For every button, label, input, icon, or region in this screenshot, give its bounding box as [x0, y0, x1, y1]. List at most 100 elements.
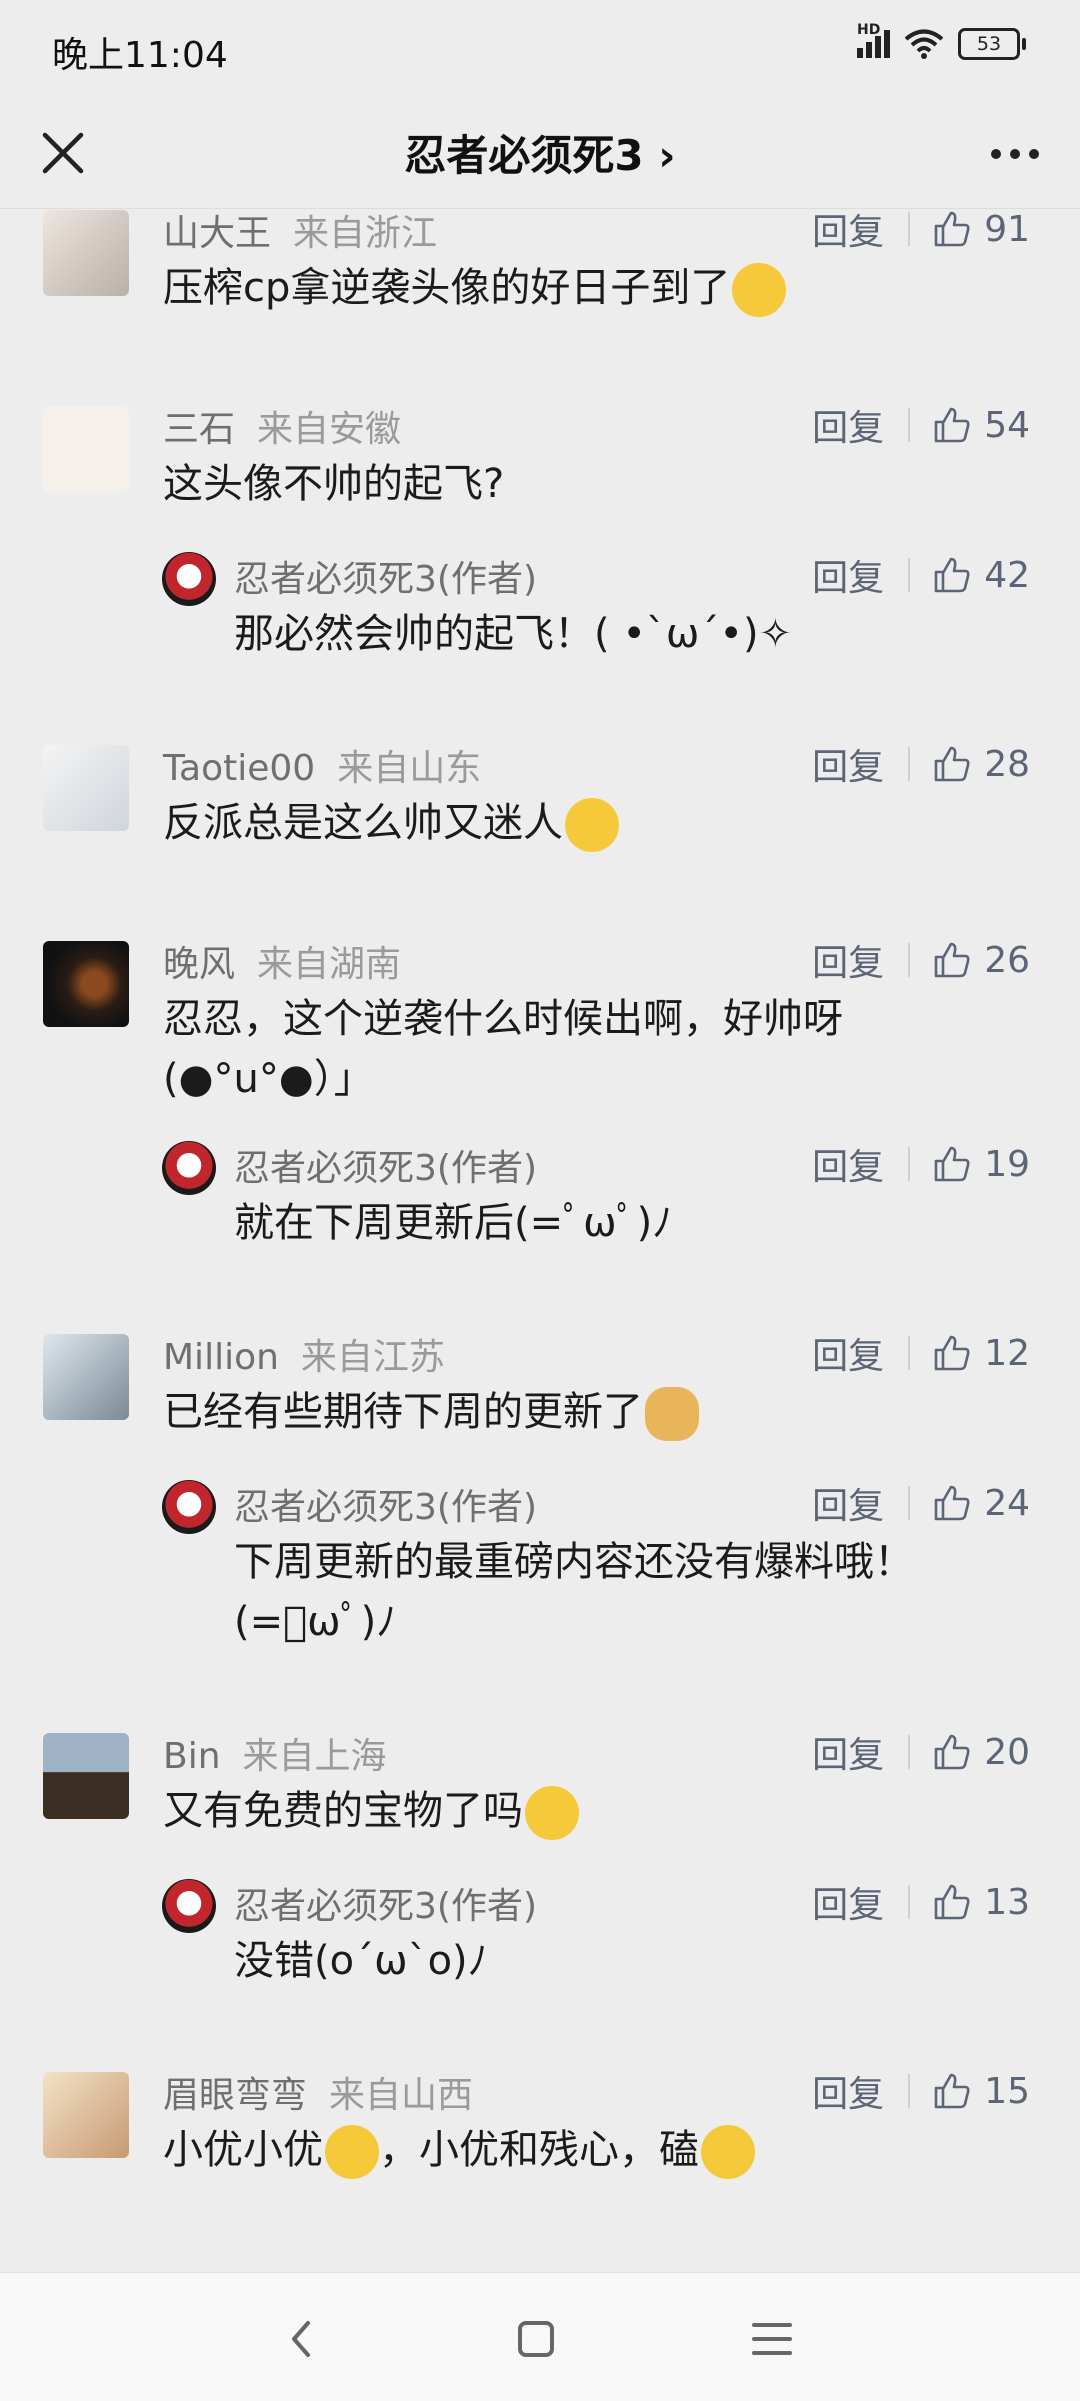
comment-location: 来自山西 — [329, 2075, 474, 2116]
comment-author[interactable]: 山大王 — [163, 213, 271, 254]
doge-emoji-icon — [645, 1387, 699, 1441]
page-title[interactable]: 忍者必须死3 › — [0, 122, 1080, 183]
author-avatar[interactable] — [162, 1879, 216, 1933]
like-count: 12 — [984, 1332, 1030, 1374]
comment-actions: 回复 20 — [812, 1727, 1030, 1777]
reply-text: 没错(o´ω`o)ﾉ — [234, 1938, 488, 1984]
comment-text-content: ，小优和残心，磕 — [379, 2127, 699, 2173]
comment-location: 来自安徽 — [257, 409, 402, 450]
battery-indicator: 53 — [958, 28, 1026, 60]
like-button[interactable]: 28 — [932, 744, 1030, 785]
comment-actions: 回复 54 — [812, 400, 1030, 450]
comment-text-content: 已经有些期待下周的更新了 — [163, 1389, 643, 1435]
divider — [908, 1486, 911, 1520]
more-button[interactable] — [980, 124, 1050, 184]
reply-button[interactable]: 回复 — [812, 738, 884, 790]
comment-location: 来自上海 — [242, 1736, 387, 1777]
like-count: 15 — [984, 2070, 1030, 2112]
author-avatar[interactable] — [162, 1480, 216, 1534]
comment-author[interactable]: Bin — [163, 1736, 221, 1777]
reply-button[interactable]: 回复 — [812, 1726, 884, 1778]
avatar[interactable] — [43, 210, 129, 296]
comment-author[interactable]: 三石 — [163, 409, 235, 450]
like-button[interactable]: 26 — [932, 940, 1030, 981]
like-count: 28 — [984, 743, 1030, 785]
thumbs-up-icon — [934, 2073, 970, 2109]
comment-meta: Million 来自江苏 — [163, 1328, 445, 1380]
comment-actions: 回复 19 — [812, 1139, 1030, 1189]
comment-author[interactable]: 眉眼弯弯 — [163, 2075, 307, 2116]
comment-author[interactable]: Million — [163, 1337, 279, 1378]
reply-author[interactable]: 忍者必须死3(作者) — [234, 559, 537, 600]
divider — [908, 408, 911, 442]
surprised-emoji-icon — [732, 263, 787, 317]
thumbs-up-icon — [934, 211, 970, 247]
reply-button[interactable]: 回复 — [812, 1327, 884, 1379]
heart-eyes-emoji-icon — [525, 1786, 579, 1840]
comment-text: 这头像不帅的起飞? — [163, 461, 505, 507]
comment-author[interactable]: 晚风 — [163, 944, 235, 985]
status-time: 晚上11:04 — [52, 35, 228, 76]
comment-actions: 回复 28 — [812, 739, 1030, 789]
divider — [908, 943, 911, 977]
like-button[interactable]: 19 — [932, 1144, 1030, 1185]
comment-location: 来自湖南 — [257, 944, 402, 985]
thumbs-up-icon — [934, 557, 970, 593]
avatar[interactable] — [43, 745, 129, 831]
network-label: HD — [857, 22, 881, 38]
comment-text-content: 压榨cp拿逆袭头像的好日子到了 — [163, 265, 731, 311]
avatar[interactable] — [43, 1334, 129, 1420]
comment-meta: 山大王 来自浙江 — [163, 208, 437, 256]
status-icons: HD 53 — [857, 22, 1026, 60]
comment-actions: 回复 13 — [812, 1877, 1030, 1927]
home-button[interactable] — [506, 2309, 566, 2369]
heart-eyes-emoji-icon — [325, 2125, 379, 2179]
thumbs-up-icon — [934, 1146, 970, 1182]
comment-meta: 眉眼弯弯 来自山西 — [163, 2066, 473, 2118]
thumbs-up-icon — [934, 1884, 970, 1920]
comment-author[interactable]: Taotie00 — [163, 748, 315, 789]
divider — [908, 1735, 911, 1769]
reply-button[interactable]: 回复 — [812, 549, 884, 601]
like-button[interactable]: 91 — [932, 209, 1030, 250]
more-icon — [991, 149, 1039, 159]
back-button[interactable] — [272, 2309, 332, 2369]
avatar[interactable] — [43, 941, 129, 1027]
reply-author[interactable]: 忍者必须死3(作者) — [234, 1886, 537, 1927]
like-button[interactable]: 13 — [932, 1882, 1030, 1923]
reply-button[interactable]: 回复 — [812, 934, 884, 986]
reply-button[interactable]: 回复 — [812, 208, 884, 255]
reply-meta: 忍者必须死3(作者) — [234, 550, 537, 602]
like-count: 26 — [984, 939, 1030, 981]
reply-button[interactable]: 回复 — [812, 399, 884, 451]
reply-text: 就在下周更新后(=ﾟωﾟ)ﾉ — [234, 1200, 673, 1246]
status-bar: 晚上11:04 HD 53 — [0, 0, 1080, 96]
avatar[interactable] — [43, 1733, 129, 1819]
comment-text-line: (●°u°●）」 — [163, 1056, 374, 1102]
comment-actions: 回复 91 — [812, 208, 1030, 254]
reply-button[interactable]: 回复 — [812, 1138, 884, 1190]
reply-button[interactable]: 回复 — [812, 2065, 884, 2117]
avatar[interactable] — [43, 2072, 129, 2158]
reply-button[interactable]: 回复 — [812, 1477, 884, 1529]
comment-text-content: 小优小优 — [163, 2127, 323, 2173]
like-button[interactable]: 24 — [932, 1483, 1030, 1524]
author-avatar[interactable] — [162, 1141, 216, 1195]
like-button[interactable]: 12 — [932, 1333, 1030, 1374]
avatar[interactable] — [43, 406, 129, 492]
menu-button[interactable] — [742, 2309, 802, 2369]
back-icon — [292, 2321, 310, 2357]
like-button[interactable]: 20 — [932, 1732, 1030, 1773]
author-avatar[interactable] — [162, 552, 216, 606]
reply-author[interactable]: 忍者必须死3(作者) — [234, 1148, 537, 1189]
smirk-emoji-icon — [701, 2125, 755, 2179]
reply-meta: 忍者必须死3(作者) — [234, 1877, 537, 1929]
home-icon — [518, 2321, 554, 2357]
nav-bar: 忍者必须死3 › — [0, 96, 1080, 209]
reply-author[interactable]: 忍者必须死3(作者) — [234, 1487, 537, 1528]
reply-text-line: (=ﾟωﾟ)ﾉ — [234, 1599, 397, 1645]
like-button[interactable]: 54 — [932, 405, 1030, 446]
like-button[interactable]: 42 — [932, 555, 1030, 596]
reply-button[interactable]: 回复 — [812, 1876, 884, 1928]
like-button[interactable]: 15 — [932, 2071, 1030, 2112]
